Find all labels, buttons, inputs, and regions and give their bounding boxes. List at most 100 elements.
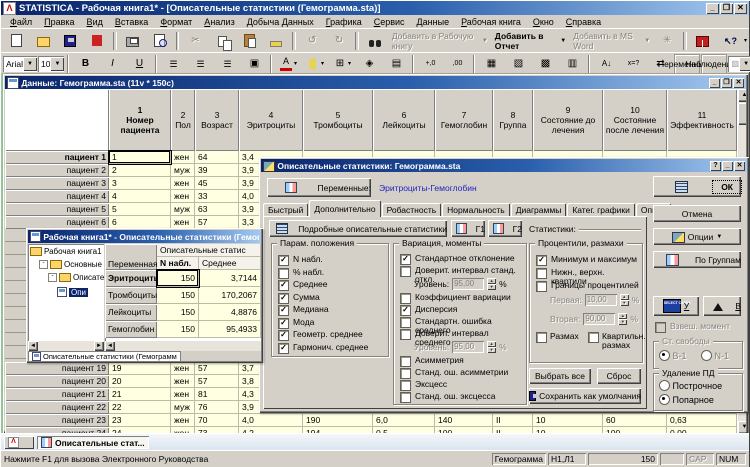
select-all-button[interactable]: Выбрать все <box>529 368 591 384</box>
data-minimize-button[interactable]: _ <box>709 77 720 88</box>
data-cell[interactable]: 20 <box>109 375 171 388</box>
column-header-3[interactable]: 3 Возраст <box>195 89 239 151</box>
fill-color-icon[interactable]: ▉ ▾ <box>302 53 329 74</box>
data-cell[interactable]: жен <box>171 177 195 190</box>
g2-button[interactable]: Г2 <box>488 220 522 237</box>
data-cell[interactable]: 57 <box>195 362 239 375</box>
by-groups-button[interactable]: По Группам <box>653 251 741 268</box>
data-cell[interactable]: 1 <box>108 150 172 165</box>
active-document-tab[interactable]: Описательные стат... <box>37 436 149 449</box>
restore-button[interactable]: ❐ <box>720 2 733 14</box>
column-header-10[interactable]: 10 Состояние после лечения <box>603 89 667 151</box>
tree-item-1[interactable]: Рабочая книга1 <box>30 247 102 256</box>
borders-icon[interactable]: ⊞ ▾ <box>329 53 356 74</box>
menu-вставка[interactable]: Вставка <box>109 16 154 28</box>
column-header-6[interactable]: 6 Лейкоциты <box>373 89 435 151</box>
italic-icon[interactable]: I <box>99 53 126 74</box>
data-cell[interactable]: 5 <box>109 203 171 216</box>
row-header[interactable]: пациент 2 <box>5 164 109 177</box>
tab-нормальность[interactable]: Нормальность <box>442 203 510 217</box>
save-icon[interactable] <box>57 30 83 51</box>
ok-button[interactable]: ОК <box>653 176 742 197</box>
menu-рабочая-книга[interactable]: Рабочая книга <box>455 16 527 28</box>
row-header[interactable]: пациент 5 <box>5 203 109 216</box>
stat-row-name[interactable]: Тромбоциты <box>105 287 157 304</box>
help-icon[interactable]: ↖? <box>716 30 743 51</box>
checkbox-гармонич-среднее[interactable]: ✓ Гармонич. среднее <box>278 342 386 354</box>
book-icon[interactable] <box>689 30 716 51</box>
column-header-11[interactable]: 11 Эффективность <box>667 89 737 151</box>
options-button[interactable]: Опции ▼ <box>653 228 741 245</box>
minimize-button[interactable]: _ <box>706 2 719 14</box>
print-preview-icon[interactable] <box>146 30 173 51</box>
column-header-4[interactable]: 4 Эритроциты <box>239 89 303 151</box>
stat-mean-value[interactable]: 4,8876 <box>199 304 261 321</box>
new-icon[interactable] <box>3 30 29 51</box>
checkbox-коэффициент-вариации[interactable]: Коэффициент вариации <box>400 293 524 304</box>
save-defaults-button[interactable]: Сохранить как умолчания <box>529 388 641 404</box>
checkbox-%-набл-[interactable]: % набл. <box>278 267 386 279</box>
data-cell[interactable]: 45 <box>195 177 239 190</box>
row-header[interactable]: пациент 3 <box>5 177 109 190</box>
data-cell[interactable]: 76 <box>195 401 239 414</box>
menu-справка[interactable]: Справка <box>560 16 607 28</box>
tab-дополнительно[interactable]: Дополнительно <box>309 200 381 217</box>
row-header[interactable]: пациент 1 <box>5 151 109 164</box>
stat-table-col-header[interactable]: N набл. <box>157 257 199 270</box>
checkbox-мода[interactable]: ✓ Мода <box>278 317 386 329</box>
spinner[interactable]: ▲ ▼ <box>487 278 497 290</box>
data-cell[interactable]: 3 <box>109 177 171 190</box>
checkbox-эксцесс[interactable]: Эксцесс <box>400 380 524 391</box>
stat-n-value[interactable]: 150 <box>156 269 200 288</box>
data-cell[interactable]: 81 <box>195 388 239 401</box>
tab-диаграммы[interactable]: Диаграммы <box>510 203 567 217</box>
data-cell[interactable]: муж <box>171 164 195 177</box>
data-cell[interactable]: 60 <box>603 414 667 427</box>
insert-block-icon-4[interactable]: ▥ <box>559 53 586 74</box>
align-left-icon[interactable]: ☰ <box>160 53 187 74</box>
checkbox-станд-ош-асимметрии[interactable]: Станд. ош. асимметрии <box>400 368 524 379</box>
data-cell[interactable]: 57 <box>195 375 239 388</box>
detailed-stats-button[interactable]: Подробные описательные статистики <box>269 220 447 237</box>
checkbox-геометр-среднее[interactable]: ✓ Геометр. среднее <box>278 330 386 341</box>
data-cell[interactable]: 23 <box>109 414 171 427</box>
menu-вид[interactable]: Вид <box>81 16 109 28</box>
weights-button[interactable]: В <box>703 296 741 316</box>
decrease-decimals-icon[interactable]: ,00 <box>444 53 471 74</box>
data-cell[interactable]: 70 <box>195 414 239 427</box>
data-cell[interactable]: 39 <box>195 164 239 177</box>
checkbox-квартильн-размах[interactable]: Квартильн. размах <box>588 332 646 350</box>
stat-table-span-header[interactable]: Описательные статис <box>157 244 261 257</box>
g1-button[interactable]: Г1 <box>451 220 485 237</box>
sheet-tab[interactable]: Описательные статистики (Гемограмм <box>28 351 181 361</box>
font-combo[interactable]: Arial ▼ <box>3 55 38 72</box>
open-icon[interactable] <box>30 30 56 51</box>
dialog-close-button[interactable]: ✕ <box>734 160 745 171</box>
toolbar-overflow-icon[interactable]: ▾ <box>744 37 747 44</box>
insert-block-icon-1[interactable]: ▦ <box>478 53 505 74</box>
vscroll-thumb[interactable] <box>738 103 746 125</box>
data-cell[interactable]: 33 <box>195 190 239 203</box>
checkbox-асимметрия[interactable]: Асимметрия <box>400 356 524 367</box>
font-color-icon[interactable]: А ▾ <box>275 53 302 74</box>
scroll-down-icon[interactable]: ▼ <box>738 421 746 433</box>
row-header[interactable]: пациент 21 <box>5 388 109 401</box>
spinner[interactable]: ▲ ▼ <box>619 294 629 306</box>
grid-corner-cell[interactable] <box>5 89 109 151</box>
bold-icon[interactable]: B <box>72 53 99 74</box>
align-right-icon[interactable]: ☰ <box>214 53 241 74</box>
stat-n-value[interactable]: 150 <box>157 287 199 304</box>
data-cell[interactable]: 10 <box>533 414 603 427</box>
column-header-5[interactable]: 5 Тромбоциты <box>303 89 373 151</box>
stat-mean-value[interactable]: 3,7144 <box>199 270 261 287</box>
menu-графика[interactable]: Графика <box>320 16 368 28</box>
level-value[interactable]: 95,00 <box>452 278 485 290</box>
gridlines-icon[interactable]: ▤ <box>383 53 410 74</box>
menu-правка[interactable]: Правка <box>38 16 80 28</box>
data-cell[interactable]: жен <box>171 414 195 427</box>
level-value[interactable]: 10,00 <box>584 294 617 306</box>
df-option-n1[interactable]: N-1 <box>701 350 729 361</box>
menu-формат[interactable]: Формат <box>154 16 198 28</box>
merge-cells-icon[interactable]: ▣ <box>241 53 268 74</box>
data-cell[interactable]: муж <box>171 401 195 414</box>
